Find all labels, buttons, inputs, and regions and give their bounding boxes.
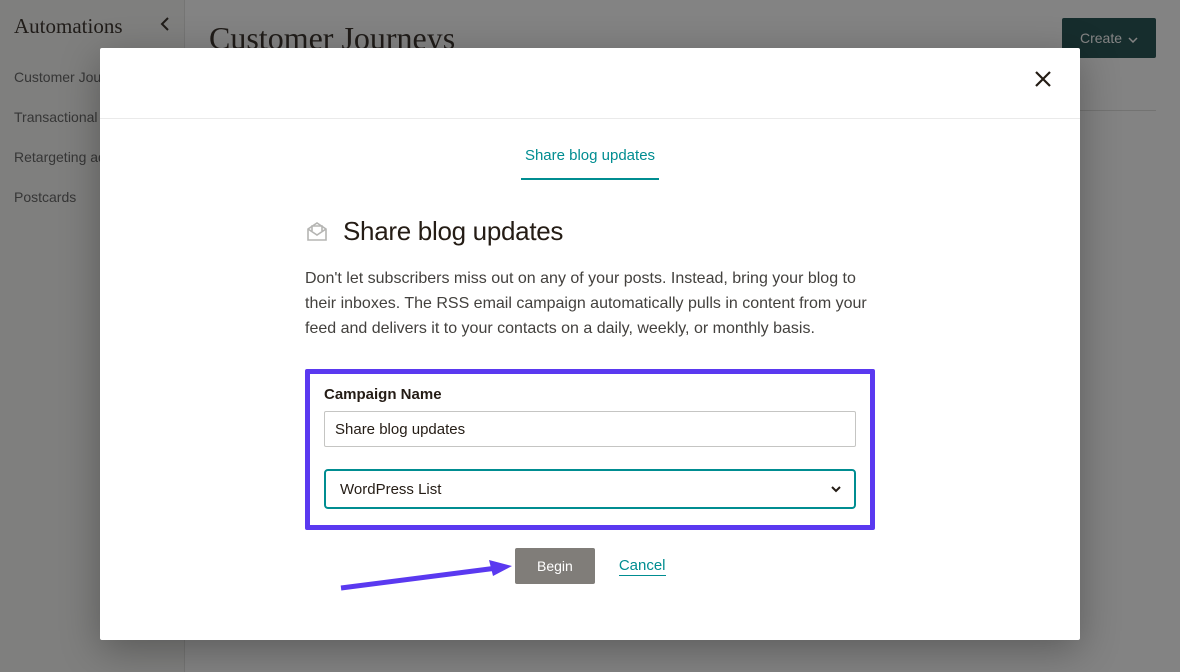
modal-actions: Begin Cancel [305,548,875,584]
list-select-wrap: WordPress List [324,469,856,509]
modal-title: Share blog updates [343,216,563,247]
modal-description: Don't let subscribers miss out on any of… [305,267,875,341]
envelope-icon [305,220,329,244]
annotation-arrow [337,560,517,594]
form-highlight-box: Campaign Name WordPress List [305,369,875,530]
modal-dialog: Share blog updates Share blog updates Do… [100,48,1080,640]
close-icon[interactable] [1034,70,1052,88]
begin-button[interactable]: Begin [515,548,595,584]
list-select[interactable]: WordPress List [324,469,856,509]
campaign-name-input[interactable] [324,411,856,447]
modal-title-row: Share blog updates [305,216,875,247]
cancel-link[interactable]: Cancel [619,557,666,576]
modal-tab-label: Share blog updates [521,147,659,180]
campaign-name-label: Campaign Name [324,386,856,403]
modal-content: Share blog updates Share blog updates Do… [305,119,875,584]
modal-tab[interactable]: Share blog updates [305,147,875,180]
